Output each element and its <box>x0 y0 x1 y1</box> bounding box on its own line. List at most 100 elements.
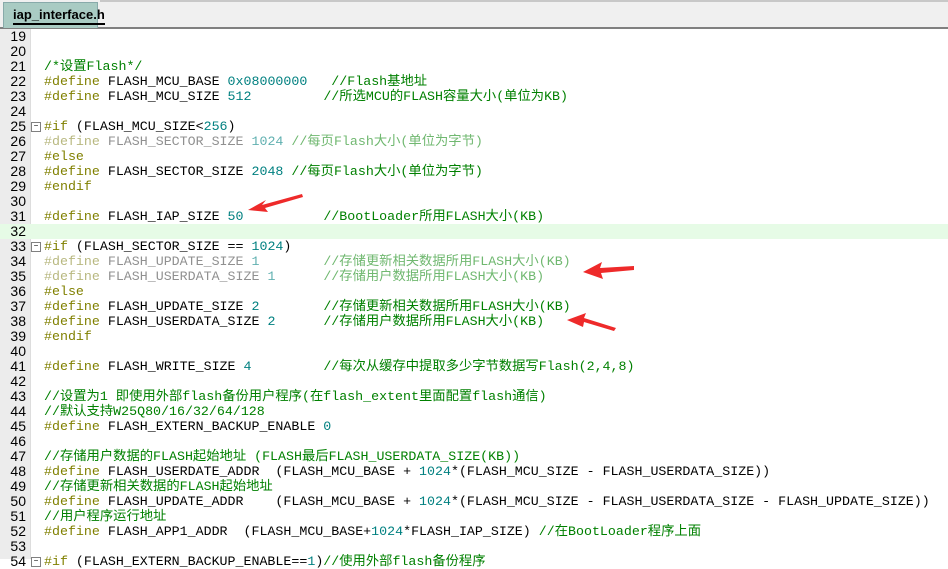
code-line[interactable]: 45 #define FLASH_EXTERN_BACKUP_ENABLE 0 <box>0 418 948 435</box>
line-number: 25 <box>10 118 26 134</box>
code-line[interactable]: 34 #define FLASH_UPDATE_SIZE 1 //存储更新相关数据… <box>0 254 948 270</box>
inactive-comment: //每页Flash大小(单位为字节) <box>291 134 483 149</box>
code-line[interactable]: 40 <box>0 344 948 359</box>
identifier: FLASH_IAP_SIZE <box>107 209 228 224</box>
number-literal: 1024 <box>371 524 404 539</box>
code-text: #define FLASH_UPDATE_SIZE 1 //存储更新相关数据所用… <box>44 254 571 269</box>
code-line[interactable]: 20 <box>0 44 948 59</box>
inactive-identifier: FLASH_SECTOR_SIZE <box>107 134 252 149</box>
line-number: 41 <box>10 358 26 374</box>
code-text: #define FLASH_USERDATE_ADDR (FLASH_MCU_B… <box>44 464 770 479</box>
comment: //存储更新相关数据所用FLASH大小(KB) <box>323 299 571 314</box>
code-text: #define FLASH_MCU_SIZE 512 //所选MCU的FLASH… <box>44 89 568 104</box>
code-line[interactable]: 19 <box>0 29 948 44</box>
fold-collapse-icon[interactable]: − <box>31 122 41 132</box>
code-line[interactable]: 46 <box>0 434 948 449</box>
line-number: 24 <box>10 103 26 119</box>
tab-iap-interface-h[interactable]: iap_interface.h <box>3 2 105 28</box>
identifier: FLASH_USERDATA_SIZE <box>107 314 268 329</box>
line-number: 23 <box>10 88 26 104</box>
identifier: (FLASH_MCU_SIZE< <box>75 119 204 134</box>
code-line[interactable]: 28 #define FLASH_SECTOR_SIZE 2048 //每页Fla… <box>0 164 948 180</box>
inactive-identifier: FLASH_USERDATA_SIZE <box>107 269 268 284</box>
comment: /*设置Flash*/ <box>44 59 143 74</box>
identifier: (FLASH_EXTERN_BACKUP_ENABLE== <box>75 554 308 569</box>
code-line[interactable]: 26 #define FLASH_SECTOR_SIZE 1024 //每页Fla… <box>0 133 948 150</box>
code-line[interactable]: 38 #define FLASH_USERDATA_SIZE 2 //存储用户数据… <box>0 314 948 330</box>
code-line[interactable]: 25− #if (FLASH_MCU_SIZE<256) <box>0 118 948 135</box>
code-line[interactable]: 52 #define FLASH_APP1_ADDR (FLASH_MCU_BAS… <box>0 524 948 540</box>
inactive-identifier: FLASH_UPDATE_SIZE <box>107 254 252 269</box>
number-literal: 1024 <box>419 464 451 479</box>
identifier: (FLASH_SECTOR_SIZE == <box>75 239 252 254</box>
line-number: 20 <box>10 43 26 59</box>
inactive-comment: //存储更新相关数据所用FLASH大小(KB) <box>323 254 571 269</box>
code-line[interactable]: 21 /*设置Flash*/ <box>0 59 948 75</box>
line-number: 40 <box>10 343 26 359</box>
code-line[interactable]: 44 //默认支持W25Q80/16/32/64/128 <box>0 404 948 420</box>
identifier: FLASH_SECTOR_SIZE <box>107 164 252 179</box>
identifier <box>259 254 323 269</box>
preprocessor-directive: #define <box>44 494 108 509</box>
inactive-directive: #define <box>44 254 108 269</box>
preprocessor-directive: #define <box>44 359 108 374</box>
line-number: 19 <box>10 28 26 44</box>
code-line[interactable]: 31 #define FLASH_IAP_SIZE 50 //BootLoader… <box>0 209 948 225</box>
inactive-comment: //存储用户数据所用FLASH大小(KB) <box>323 269 545 284</box>
preprocessor-directive: #if <box>44 119 76 134</box>
tab-label: iap_interface.h <box>13 7 105 25</box>
line-number: 22 <box>10 73 26 89</box>
code-line[interactable]: 33− #if (FLASH_SECTOR_SIZE == 1024) <box>0 238 948 255</box>
line-number: 43 <box>10 388 26 404</box>
code-line[interactable]: 48 #define FLASH_USERDATE_ADDR (FLASH_MCU… <box>0 463 948 480</box>
code-line[interactable]: 24 <box>0 104 948 119</box>
identifier: *(FLASH_MCU_SIZE - FLASH_USERDATA_SIZE)) <box>450 464 771 479</box>
comment: //存储用户数据所用FLASH大小(KB) <box>323 314 545 329</box>
code-line[interactable]: 36 #else <box>0 284 948 300</box>
comment: //存储更新相关数据的FLASH起始地址 <box>44 479 273 494</box>
code-line[interactable]: 22 #define FLASH_MCU_BASE 0x08000000 //Fl… <box>0 73 948 90</box>
code-line[interactable]: 42 <box>0 374 948 389</box>
code-line[interactable]: 47 //存储用户数据的FLASH起始地址 (FLASH最后FLASH_USERD… <box>0 448 948 465</box>
code-text: /*设置Flash*/ <box>44 59 142 74</box>
code-line[interactable]: 32 <box>0 224 948 239</box>
fold-collapse-icon[interactable]: − <box>31 242 41 252</box>
code-line[interactable]: 51 //用户程序运行地址 <box>0 508 948 525</box>
identifier: FLASH_EXTERN_BACKUP_ENABLE <box>107 419 324 434</box>
code-line[interactable]: 35 #define FLASH_USERDATA_SIZE 1 //存储用户数据… <box>0 269 948 285</box>
code-line[interactable]: 43 //设置为1 即使用外部flash备份用户程序(在flash_extent里… <box>0 388 948 405</box>
code-text: #else <box>44 284 84 299</box>
code-line[interactable]: 49 //存储更新相关数据的FLASH起始地址 <box>0 479 948 495</box>
identifier: FLASH_UPDATE_SIZE <box>107 299 252 314</box>
code-line[interactable]: 27 #else <box>0 149 948 165</box>
line-number: 32 <box>10 223 26 239</box>
number-literal: 512 <box>227 89 252 104</box>
code-line[interactable]: 41 #define FLASH_WRITE_SIZE 4 //每次从缓存中提取多… <box>0 358 948 375</box>
code-line[interactable]: 54− #if (FLASH_EXTERN_BACKUP_ENABLE==1)//… <box>0 554 948 569</box>
code-line[interactable]: 30 <box>0 194 948 209</box>
identifier <box>252 89 324 104</box>
code-line[interactable]: 50 #define FLASH_UPDATE_ADDR (FLASH_MCU_B… <box>0 494 948 510</box>
line-number: 33 <box>10 238 26 254</box>
code-line[interactable]: 39 #endif <box>0 329 948 345</box>
identifier <box>307 74 331 89</box>
code-text: #endif <box>44 179 92 194</box>
code-line[interactable]: 29 #endif <box>0 179 948 195</box>
comment: //每页Flash大小(单位为字节) <box>291 164 483 179</box>
inactive-directive: #define <box>44 269 108 284</box>
comment: //存储用户数据的FLASH起始地址 (FLASH最后FLASH_USERDAT… <box>44 449 521 464</box>
preprocessor-directive: #define <box>44 299 108 314</box>
line-number: 47 <box>10 448 26 464</box>
code-line[interactable]: 37 #define FLASH_UPDATE_SIZE 2 //存储更新相关数据… <box>0 299 948 315</box>
code-editor[interactable]: 19 20 21 /*设置Flash*/ 22 #define FLASH_MCU_BAS… <box>0 29 948 569</box>
preprocessor-directive: #define <box>44 464 108 479</box>
line-number: 48 <box>10 463 26 479</box>
code-line[interactable]: 53 <box>0 539 948 554</box>
code-line[interactable]: 23 #define FLASH_MCU_SIZE 512 //所选MCU的FLA… <box>0 88 948 105</box>
code-text: #define FLASH_EXTERN_BACKUP_ENABLE 0 <box>44 419 331 434</box>
identifier: FLASH_MCU_BASE <box>107 74 228 89</box>
line-number: 51 <box>10 508 26 524</box>
line-number: 45 <box>10 418 26 434</box>
identifier <box>244 209 324 224</box>
line-number: 26 <box>10 133 26 149</box>
